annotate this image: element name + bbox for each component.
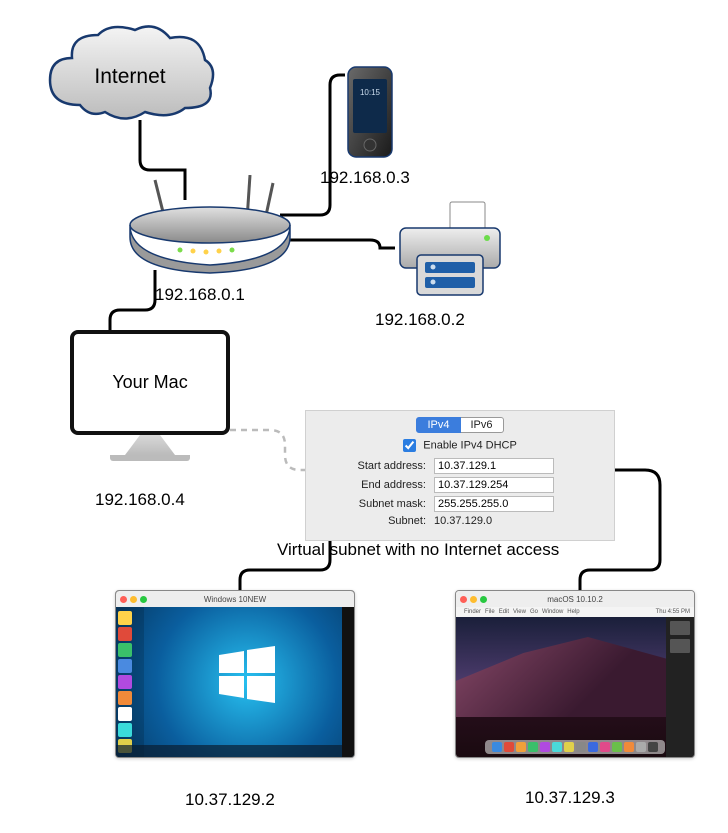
windows-logo-icon [217, 645, 277, 705]
dhcp-settings-panel: IPv4 IPv6 Enable IPv4 DHCP Start address… [305, 410, 615, 541]
router-device [125, 175, 295, 275]
phone-ip-label: 192.168.0.3 [320, 168, 410, 188]
menu-file[interactable]: File [485, 609, 495, 615]
macos-vm-ip-label: 10.37.129.3 [525, 788, 615, 808]
your-mac-label: Your Mac [112, 372, 187, 393]
tab-ipv6[interactable]: IPv6 [461, 417, 504, 433]
router-ip-label: 192.168.0.1 [155, 285, 245, 305]
menu-help[interactable]: Help [567, 609, 579, 615]
end-address-label: End address: [314, 479, 434, 491]
internet-cloud: Internet [40, 20, 220, 130]
tab-ipv4[interactable]: IPv4 [416, 417, 460, 433]
subnet-mask-input[interactable] [434, 496, 554, 512]
phone-device: 10:15 [345, 65, 395, 160]
mojave-wallpaper [455, 637, 695, 717]
windows-vm-ip-label: 10.37.129.2 [185, 790, 275, 810]
macos-dock[interactable] [485, 740, 665, 754]
virtual-subnet-caption: Virtual subnet with no Internet access [277, 540, 559, 560]
menu-view[interactable]: View [513, 609, 526, 615]
windows-vm-window: Windows 10NEW [115, 590, 355, 758]
start-address-input[interactable] [434, 458, 554, 474]
menu-finder[interactable]: Finder [464, 609, 481, 615]
parallels-sidebar [666, 617, 694, 757]
svg-text:10:15: 10:15 [360, 88, 381, 97]
macos-menubar: Finder File Edit View Go Window Help Thu… [456, 607, 694, 617]
windows-desktop-icons [116, 607, 144, 757]
internet-label: Internet [40, 65, 220, 89]
menubar-clock: Thu 4:55 PM [656, 609, 690, 615]
subnet-label: Subnet: [314, 515, 434, 527]
enable-dhcp-label: Enable IPv4 DHCP [423, 439, 517, 451]
parallels-sidebar [342, 607, 354, 757]
windows-taskbar [116, 745, 342, 757]
start-address-label: Start address: [314, 460, 434, 472]
macos-vm-window: macOS 10.10.2 Finder File Edit View Go W… [455, 590, 695, 758]
end-address-input[interactable] [434, 477, 554, 493]
windows-vm-title: Windows 10NEW [116, 595, 354, 604]
subnet-value: 10.37.129.0 [434, 515, 492, 527]
your-mac-device: Your Mac [70, 330, 230, 475]
mac-ip-label: 192.168.0.4 [95, 490, 185, 510]
menu-go[interactable]: Go [530, 609, 538, 615]
menu-window[interactable]: Window [542, 609, 563, 615]
enable-dhcp-checkbox[interactable] [403, 439, 416, 452]
printer-ip-label: 192.168.0.2 [375, 310, 465, 330]
menu-edit[interactable]: Edit [499, 609, 509, 615]
subnet-mask-label: Subnet mask: [314, 498, 434, 510]
printer-device [395, 200, 505, 300]
macos-vm-title: macOS 10.10.2 [456, 595, 694, 604]
